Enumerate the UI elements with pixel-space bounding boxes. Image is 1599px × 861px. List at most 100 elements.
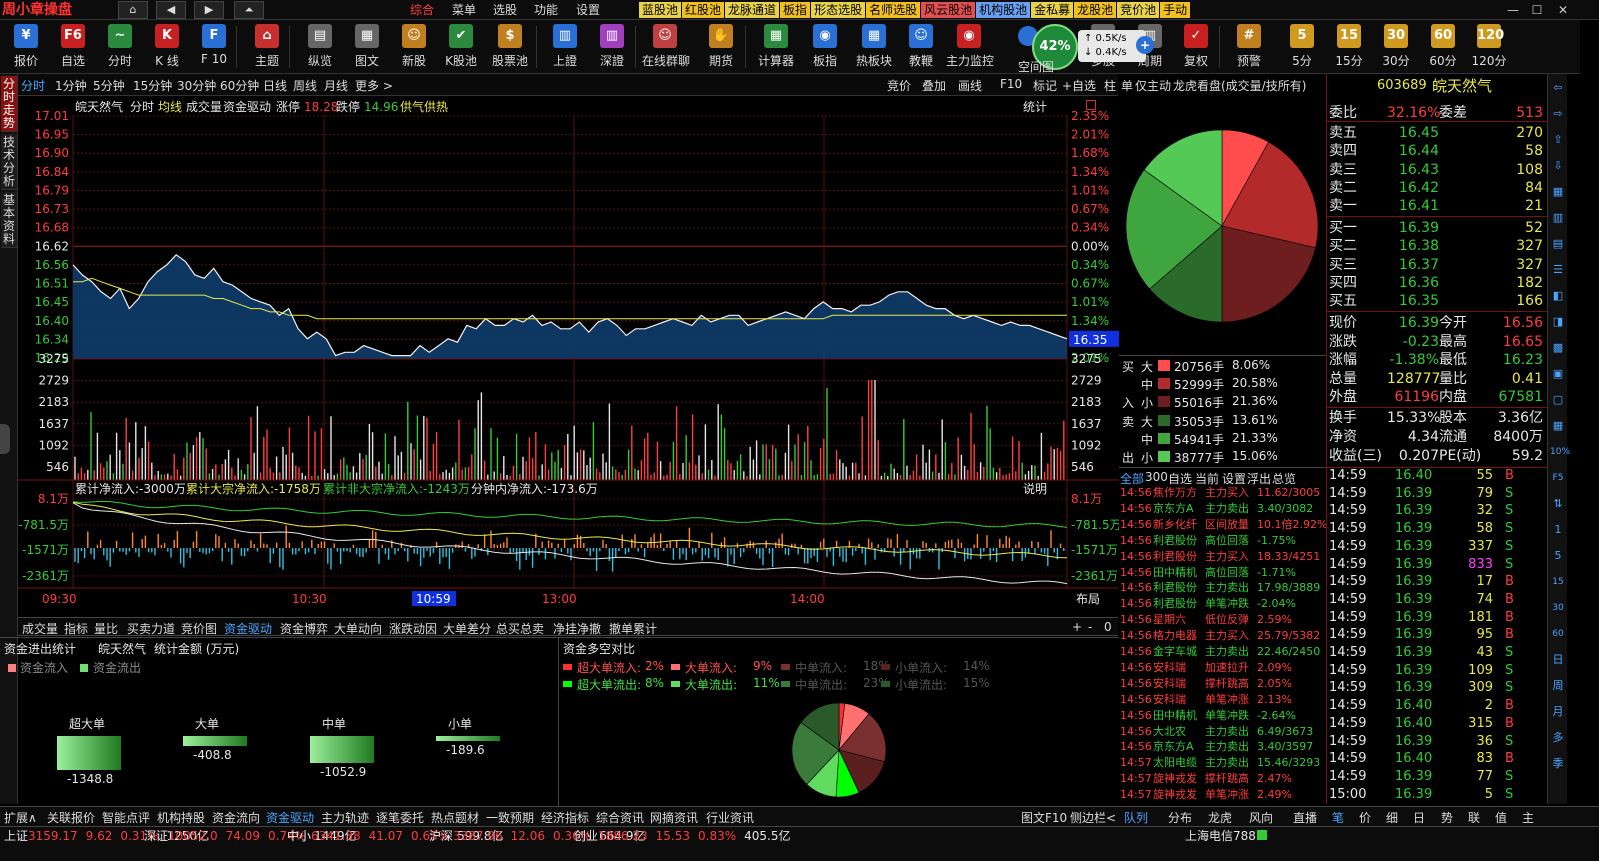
pool-手动[interactable]: 手动 <box>1160 2 1191 18</box>
ticker-row[interactable]: 14:57 太阳电缆 主力卖出 15.46/3293 <box>1119 755 1326 771</box>
ticker-row[interactable]: 14:56 安科瑞 撑杆跳高 2.05% <box>1119 676 1326 692</box>
chart-tool-单[interactable]: 单 <box>1121 77 1133 94</box>
side-tool-icon[interactable]: ▦ <box>1550 184 1566 200</box>
menu-菜单[interactable]: 菜单 <box>452 0 476 20</box>
ticker-row[interactable]: 14:56 田中精机 单笔冲跌 -2.64% <box>1119 708 1326 724</box>
index-深证[interactable]: 深证10052.0 74.09 0.74% 1449亿 <box>144 827 357 844</box>
side-tool-icon[interactable]: 30 <box>1550 600 1566 616</box>
bottom-tab-综合资讯[interactable]: 综合资讯 <box>596 809 644 826</box>
side-tool-icon[interactable]: ⇅ <box>1550 496 1566 512</box>
indicator-tab-成交量[interactable]: 成交量 <box>22 620 58 637</box>
indicator-tab-大单差分[interactable]: 大单差分 <box>443 620 491 637</box>
indicator-tab-总买总卖[interactable]: 总买总卖 <box>496 620 544 637</box>
quote-tab-笔[interactable]: 笔 <box>1332 809 1344 826</box>
side-tool-icon[interactable]: ⇦ <box>1550 80 1566 96</box>
bottom-right-tab-队列[interactable]: 队列 <box>1124 809 1148 826</box>
toolbar-空间图[interactable]: 空间图 <box>1018 58 1054 75</box>
index-沪深[interactable]: 沪深3387.96 12.06 0.36% 664.9亿 <box>429 827 645 844</box>
toolbar-预警[interactable]: # 预警 <box>1226 24 1272 72</box>
menu-选股[interactable]: 选股 <box>493 0 517 20</box>
pool-机构股池[interactable]: 机构股池 <box>976 2 1031 18</box>
toolbar-教鞭[interactable]: ☺ 教鞭 <box>898 24 944 72</box>
chart-tool-仅主动[interactable]: 仅主动 <box>1135 77 1171 94</box>
side-collapse-handle[interactable] <box>0 424 10 454</box>
side-tool-icon[interactable]: ⇨ <box>1550 106 1566 122</box>
toolbar-期货[interactable]: ✋ 期货 <box>698 24 744 72</box>
ticker-row[interactable]: 14:56 利君股份 主力买入 18.33/4251 <box>1119 549 1326 565</box>
intraday-chart[interactable]: 皖天然气 分时 均线 成交量 资金驱动 涨停 18.28跌停 14.96 供气供热 统计 17.01… <box>18 96 1119 606</box>
ticker-row[interactable]: 14:57 旋神戎发 单笔冲涨 2.49% <box>1119 787 1326 803</box>
bottom-tab-智能点评[interactable]: 智能点评 <box>102 809 150 826</box>
toolbar-5分[interactable]: 5 5分 <box>1279 24 1325 72</box>
toolbar-在线群聊[interactable]: ☺ 在线群聊 <box>642 24 690 72</box>
side-tool-icon[interactable]: 60 <box>1550 626 1566 642</box>
ticker-row[interactable]: 14:56 京东方A 主力卖出 3.40/3597 <box>1119 739 1326 755</box>
chart-tool-画线[interactable]: 画线 <box>958 77 982 94</box>
period-tab-周线[interactable]: 周线 <box>293 77 317 94</box>
period-tab-更多 >[interactable]: 更多 > <box>355 77 393 94</box>
indicator-tab-买卖力道[interactable]: 买卖力道 <box>127 620 175 637</box>
ticker-row[interactable]: 14:56 焦作万方 主力买入 11.62/3005 <box>1119 485 1326 501</box>
toolbar-股票池[interactable]: $ 股票池 <box>487 24 533 72</box>
ticker-row[interactable]: 14:56 安科瑞 加速拉升 2.09% <box>1119 660 1326 676</box>
menu-功能[interactable]: 功能 <box>534 0 558 20</box>
ticker-row[interactable]: 14:56 利君股份 单笔冲跌 -2.04% <box>1119 596 1326 612</box>
ticker-row[interactable]: 14:56 京东方A 主力卖出 3.40/3082 <box>1119 501 1326 517</box>
menu-设置[interactable]: 设置 <box>576 0 600 20</box>
quote-tab-细[interactable]: 细 <box>1386 809 1398 826</box>
ticker-row[interactable]: 14:56 格力电器 主力买入 25.79/5382 <box>1119 628 1326 644</box>
pool-蓝股池[interactable]: 蓝股池 <box>639 2 682 18</box>
side-tool-icon[interactable]: ◧ <box>1550 288 1566 304</box>
period-tab-分时[interactable]: 分时 <box>21 77 45 94</box>
chart-tool-龙虎看盘(成交量/技所有)[interactable]: 龙虎看盘(成交量/技所有) <box>1173 77 1306 94</box>
quote-tab-势[interactable]: 势 <box>1441 809 1453 826</box>
indicator-tab-大单动向[interactable]: 大单动向 <box>334 620 382 637</box>
toolbar-F 10[interactable]: F F 10 <box>191 24 237 72</box>
side-tool-icon[interactable]: 季 <box>1550 756 1566 772</box>
indicator-tab-资金驱动[interactable]: 资金驱动 <box>224 620 272 637</box>
zoom-reset[interactable]: 0 <box>1104 620 1112 634</box>
side-tool-icon[interactable]: 10% <box>1550 444 1570 460</box>
period-tab-月线[interactable]: 月线 <box>324 77 348 94</box>
toolbar-15分[interactable]: 15 15分 <box>1326 24 1372 72</box>
toolbar-K 线[interactable]: K K 线 <box>144 24 190 72</box>
chart-tool-叠加[interactable]: 叠加 <box>922 77 946 94</box>
toolbar-60分[interactable]: 60 60分 <box>1420 24 1466 72</box>
toolbar-K股池[interactable]: ✔ K股池 <box>438 24 484 72</box>
indicator-tab-量比[interactable]: 量比 <box>94 620 118 637</box>
chart-tool-F10[interactable]: F10 <box>1000 77 1022 91</box>
quote-tab-价[interactable]: 价 <box>1359 809 1371 826</box>
side-tool-icon[interactable]: ⇩ <box>1550 158 1566 174</box>
bottom-tab-关联报价[interactable]: 关联报价 <box>47 809 95 826</box>
side-tool-icon[interactable]: ⇧ <box>1550 132 1566 148</box>
bottom-tab-机构持股[interactable]: 机构持股 <box>157 809 205 826</box>
indicator-tab-净挂净撤[interactable]: 净挂净撤 <box>553 620 601 637</box>
bottom-tab-一致预期[interactable]: 一致预期 <box>486 809 534 826</box>
bottom-right-tab-侧边栏<[interactable]: 侧边栏< <box>1070 809 1116 826</box>
period-tab-日线[interactable]: 日线 <box>263 77 287 94</box>
ticker-row[interactable]: 14:56 安科瑞 单笔冲涨 2.13% <box>1119 692 1326 708</box>
period-tab-60分钟[interactable]: 60分钟 <box>220 77 259 94</box>
toolbar-主题[interactable]: ⌂ 主题 <box>244 24 290 72</box>
bottom-tab-行业资讯[interactable]: 行业资讯 <box>706 809 754 826</box>
pool-龙股池[interactable]: 龙股池 <box>1074 2 1117 18</box>
side-tool-icon[interactable]: ▢ <box>1550 392 1566 408</box>
quote-tab-主[interactable]: 主 <box>1522 809 1534 826</box>
side-tool-icon[interactable]: ▤ <box>1550 236 1566 252</box>
pool-名师选股[interactable]: 名师选股 <box>866 2 921 18</box>
quote-tab-日[interactable]: 日 <box>1413 809 1425 826</box>
side-tool-icon[interactable]: ☰ <box>1550 262 1566 278</box>
chart-tool-标记[interactable]: 标记 <box>1033 77 1057 94</box>
side-tool-icon[interactable]: 日 <box>1550 652 1566 668</box>
bottom-right-tab-直播[interactable]: 直播 <box>1293 809 1317 826</box>
side-tool-icon[interactable]: ▣ <box>1550 366 1566 382</box>
pool-红股池[interactable]: 红股池 <box>682 2 725 18</box>
ticker-row[interactable]: 14:56 大北农 主力卖出 6.49/3673 <box>1119 724 1326 740</box>
zoom-out-icon[interactable]: - <box>1088 620 1092 634</box>
period-tab-5分钟[interactable]: 5分钟 <box>93 77 125 94</box>
quote-tab-值[interactable]: 值 <box>1495 809 1507 826</box>
indicator-tab-撤单累计[interactable]: 撤单累计 <box>609 620 657 637</box>
toolbar-板指[interactable]: ◉ 板指 <box>802 24 848 72</box>
minimize-icon[interactable]: — <box>1502 1 1524 19</box>
pool-竞价池[interactable]: 竞价池 <box>1117 2 1160 18</box>
